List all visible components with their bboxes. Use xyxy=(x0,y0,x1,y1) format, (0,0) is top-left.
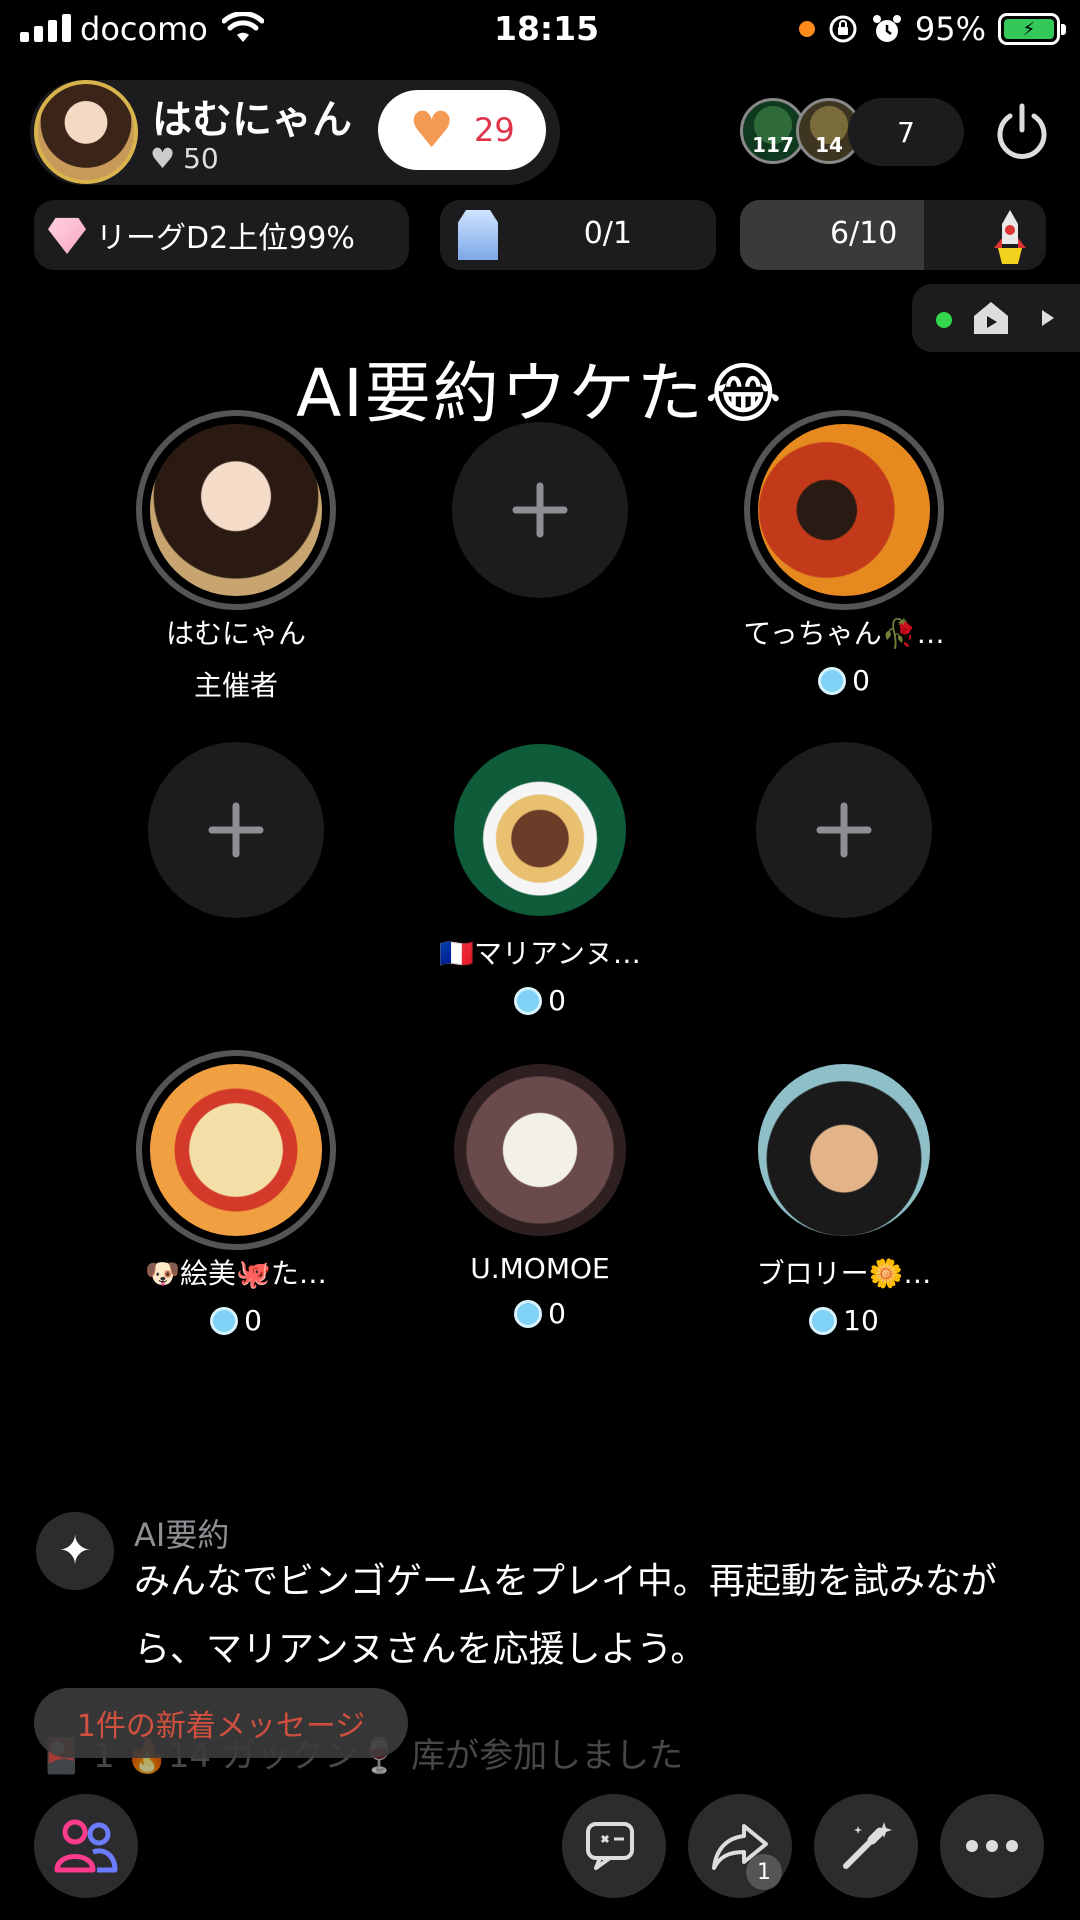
gem-icon xyxy=(818,666,847,695)
seat[interactable]: 🐶絵美🐙た… 0 xyxy=(86,1050,386,1337)
play-arrow-icon[interactable] xyxy=(1040,308,1056,328)
plus-icon xyxy=(816,802,872,858)
status-bar: docomo 18:15 95% ⚡ xyxy=(0,0,1080,60)
seat[interactable]: ブロリー🌼… 10 xyxy=(694,1050,994,1337)
gem-icon xyxy=(210,1306,239,1335)
online-status-icon xyxy=(936,312,952,328)
seat-avatar-ring[interactable] xyxy=(136,410,336,610)
seat-slot[interactable] xyxy=(440,410,640,610)
seat-name: 🇫🇷マリアンヌ… xyxy=(439,937,641,970)
seat-avatar[interactable] xyxy=(150,424,322,596)
seat[interactable]: てっちゃん🥀… 0 xyxy=(694,410,994,697)
magic-wand-icon xyxy=(843,1822,892,1869)
host-likes-count: 50 xyxy=(183,142,219,175)
host-role: 主催者 xyxy=(193,669,278,702)
more-dots-icon xyxy=(966,1840,1018,1852)
more-button[interactable] xyxy=(940,1794,1044,1898)
heart-outline-icon: ♥ xyxy=(150,142,176,175)
carrier-name: docomo xyxy=(80,10,208,48)
sparkle-icon: ✦ xyxy=(36,1512,114,1590)
gem-count: 10 xyxy=(843,1304,879,1337)
seat-sub: 10 xyxy=(694,1304,994,1337)
empty-seat[interactable] xyxy=(694,730,994,930)
seat-sub: 0 xyxy=(694,664,994,697)
battery-icon: ⚡ xyxy=(998,13,1066,45)
seat-avatar-ring[interactable] xyxy=(136,1050,336,1250)
host-avatar[interactable] xyxy=(34,80,138,184)
seat-slot[interactable] xyxy=(744,730,944,930)
seat-sub: 0 xyxy=(86,1304,386,1337)
milk-carton-icon xyxy=(458,210,498,260)
gem-count: 0 xyxy=(244,1304,262,1337)
host-likes: ♥ 50 xyxy=(150,142,219,175)
signal-icon xyxy=(20,14,71,42)
empty-seat[interactable] xyxy=(390,410,690,610)
seat-avatar-ring[interactable] xyxy=(440,1050,640,1250)
add-seat-button[interactable] xyxy=(452,422,628,598)
seat-name: U.MOMOE xyxy=(470,1252,610,1285)
gem-icon xyxy=(809,1306,838,1335)
host-name: はむにゃん xyxy=(152,97,352,143)
seat-avatar-ring[interactable] xyxy=(744,1050,944,1250)
clock: 18:15 xyxy=(494,9,600,48)
room-progress[interactable]: 6/10 xyxy=(740,200,1046,270)
seat-name: 🐶絵美🐙た… xyxy=(145,1257,327,1290)
seat[interactable]: はむにゃん 主催者 xyxy=(86,410,386,704)
milk-counter[interactable]: 0/1 xyxy=(440,200,716,270)
seat-sub: 0 xyxy=(390,984,690,1017)
seat-name: はむにゃん xyxy=(165,617,306,650)
share-count-badge: 1 xyxy=(746,1854,782,1890)
empty-seat[interactable] xyxy=(86,730,386,930)
rocket-icon xyxy=(994,210,1026,264)
chat-bubble-icon xyxy=(586,1822,634,1870)
plus-icon xyxy=(208,802,264,858)
new-message-button[interactable]: 1件の新着メッセージ xyxy=(34,1688,408,1758)
seat-avatar-ring[interactable] xyxy=(440,730,640,930)
power-icon[interactable] xyxy=(990,100,1054,164)
gem-icon xyxy=(514,986,543,1015)
like-count: 29 xyxy=(474,111,515,149)
viewer-count[interactable]: 7 xyxy=(848,98,964,166)
seat-avatar-ring[interactable] xyxy=(744,410,944,610)
privacy-indicator-icon xyxy=(798,21,815,37)
seat-avatar[interactable] xyxy=(758,424,930,596)
battery-percent: 95% xyxy=(914,10,986,48)
diamond-icon xyxy=(48,217,86,254)
ai-summary-text: みんなでビンゴゲームをプレイ中。再起動を試みながら、マリアンヌさんを応援しよう。 xyxy=(134,1561,997,1670)
gem-count: 0 xyxy=(548,984,566,1017)
seat-sub: 主催者 xyxy=(86,664,386,704)
seat-avatar[interactable] xyxy=(758,1064,930,1236)
seat-sub: 0 xyxy=(390,1297,690,1330)
gem-icon xyxy=(514,1299,543,1328)
alarm-icon xyxy=(872,15,901,42)
seat-avatar[interactable] xyxy=(454,1064,626,1236)
share-button[interactable]: 1 xyxy=(688,1794,792,1898)
chat-button[interactable] xyxy=(562,1794,666,1898)
league-text: リーグD2上位99% xyxy=(96,221,355,256)
seat[interactable]: 🇫🇷マリアンヌ… 0 xyxy=(390,730,690,1017)
add-seat-button[interactable] xyxy=(148,742,324,918)
add-seat-button[interactable] xyxy=(756,742,932,918)
seat-name: てっちゃん🥀… xyxy=(743,617,945,650)
seat-name: ブロリー🌼… xyxy=(756,1257,932,1290)
gem-count: 0 xyxy=(852,664,870,697)
league-rank[interactable]: リーグD2上位99% xyxy=(34,200,409,270)
plus-icon xyxy=(512,482,568,538)
seat[interactable]: U.MOMOE 0 xyxy=(390,1050,690,1330)
members-button[interactable] xyxy=(34,1794,138,1898)
home-icon[interactable] xyxy=(972,300,1010,336)
milk-count: 0/1 xyxy=(583,216,632,251)
seat-slot[interactable] xyxy=(136,730,336,930)
magic-wand-button[interactable] xyxy=(814,1794,918,1898)
rotation-lock-icon xyxy=(829,15,857,43)
people-icon xyxy=(54,1819,118,1873)
gem-count: 0 xyxy=(548,1297,566,1330)
seat-avatar[interactable] xyxy=(454,744,626,916)
progress-text: 6/10 xyxy=(830,216,898,251)
heart-icon: ♥ xyxy=(409,101,455,159)
wifi-icon xyxy=(222,12,264,42)
like-button[interactable]: ♥ 29 xyxy=(378,90,546,170)
seat-avatar[interactable] xyxy=(150,1064,322,1236)
